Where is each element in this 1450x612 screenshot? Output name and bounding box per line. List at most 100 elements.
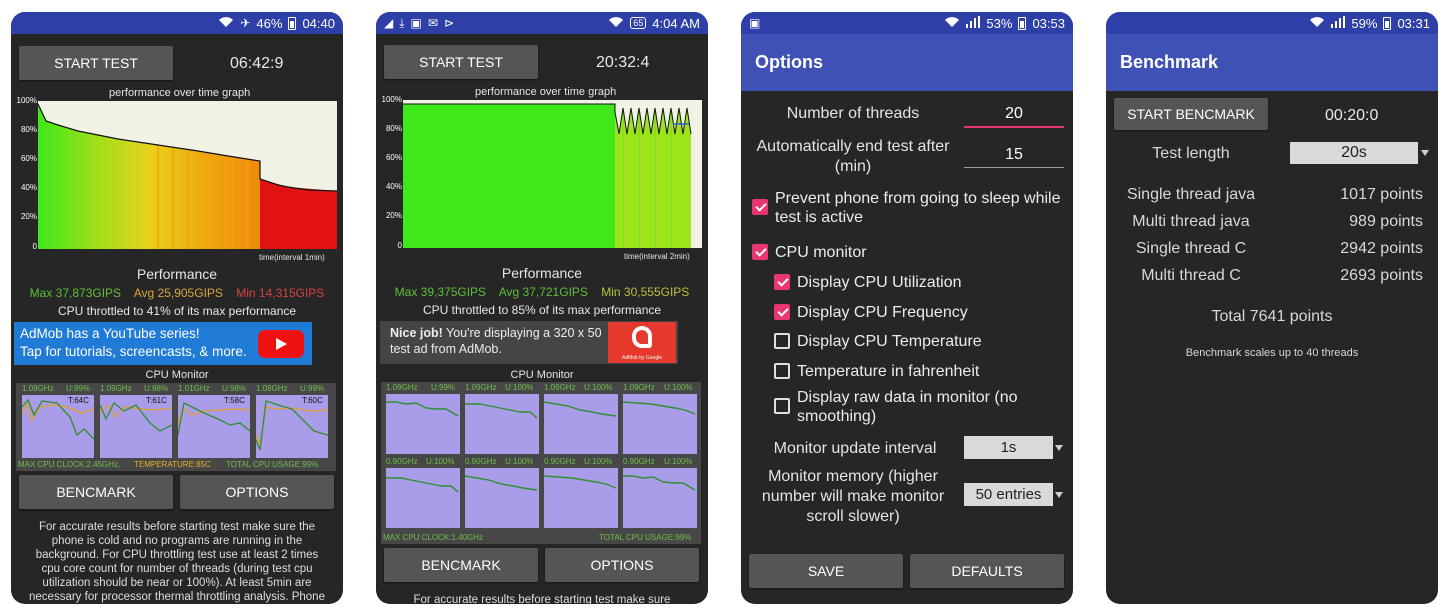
wifi-icon — [944, 16, 960, 30]
admob-logo: AdMob by Google — [608, 322, 676, 363]
benchmark-timer: 00:20:0 — [1325, 107, 1379, 124]
battery-percent: 59% — [1351, 15, 1378, 31]
y-tick: 40% — [385, 182, 402, 191]
performance-stats: Max 37,873GIPS Avg 25,905GIPS Min 14,315… — [11, 286, 343, 300]
phone-screen-throttling-1: ✈ 46% 04:40 START TEST 06:42:9 performan… — [11, 12, 343, 604]
y-tick: 100% — [381, 95, 402, 104]
clock: 4:04 AM — [652, 15, 700, 31]
autoend-input[interactable]: 15 — [964, 146, 1064, 168]
monitor-interval-select[interactable]: 1s — [964, 436, 1053, 459]
throttle-text: CPU throttled to 85% of its max performa… — [422, 303, 662, 317]
dropdown-arrow-icon — [1421, 150, 1429, 156]
test-length-select[interactable]: 20s — [1290, 142, 1418, 164]
cpu-monitor: 1.09GHz U:99% 1.09GHz U:100% 1.09GHz U:1… — [381, 382, 701, 544]
cpu-utilization-checkbox[interactable] — [774, 274, 790, 290]
core-freq: 1.09GHz — [465, 383, 497, 392]
autoend-label: Automatically end test after (min) — [756, 138, 950, 175]
y-tick: 60% — [385, 153, 402, 162]
cpu-temperature-checkbox[interactable] — [774, 333, 790, 349]
benchmark-button[interactable]: BENCMARK — [384, 548, 538, 582]
monitor-memory-select[interactable]: 50 entries — [964, 483, 1053, 506]
total-points: Total 7641 points — [1211, 308, 1333, 325]
fahrenheit-checkbox[interactable] — [774, 363, 790, 379]
cpu-monitor: 1.09GHz U:99% 1.09GHz U:98% 1.01GHz U:98… — [16, 383, 336, 471]
total-cpu-usage: TOTAL CPU USAGE:99% — [226, 460, 319, 469]
defaults-button[interactable]: DEFAULTS — [910, 554, 1064, 588]
core-usage: U:100% — [505, 457, 534, 466]
help-text: For accurate results before starting tes… — [413, 594, 671, 604]
test-length-label: Test length — [1152, 145, 1230, 162]
y-tick: 40% — [20, 183, 37, 192]
result-value: 2693 points — [1340, 267, 1423, 284]
core-usage: U:100% — [505, 383, 534, 392]
core-usage: U:100% — [664, 457, 693, 466]
max-cpu-clock: MAX CPU CLOCK:1.40GHz — [383, 533, 484, 542]
performance-title: Performance — [501, 265, 583, 281]
result-value: 1017 points — [1340, 186, 1423, 203]
ad-banner[interactable]: AdMob has a YouTube series! Tap for tuto… — [14, 322, 312, 365]
options-button[interactable]: OPTIONS — [180, 475, 334, 509]
graph-x-label: time(interval 2min) — [624, 252, 690, 261]
y-tick: 20% — [385, 211, 402, 220]
status-bar: ✈ 46% 04:40 — [11, 12, 343, 34]
prevent-sleep-checkbox[interactable] — [752, 199, 768, 215]
ad-banner[interactable]: Nice job! You're displaying a 320 x 50 t… — [380, 321, 678, 364]
battery-percent: 53% — [986, 15, 1013, 31]
cpu-frequency-checkbox[interactable] — [774, 304, 790, 320]
core-usage: U:99% — [300, 384, 325, 393]
phone-screen-throttling-2: ◢ ⤓ ▣ ✉ ⊳ 65 4:04 AM START TEST 20:32:4 … — [376, 12, 708, 604]
cpu-temperature-label: Display CPU Temperature — [797, 333, 982, 350]
cpu-core-graph — [386, 394, 460, 454]
core-freq: 1.09GHz — [100, 384, 132, 393]
cpu-core-graph — [386, 468, 460, 528]
core-freq: 1.09GHz — [256, 384, 288, 393]
result-label: Single thread C — [1135, 240, 1247, 257]
cpu-core-graph — [465, 394, 539, 454]
battery-icon — [288, 16, 297, 30]
graph-title: performance over time graph — [475, 86, 617, 98]
status-bar: ◢ ⤓ ▣ ✉ ⊳ 65 4:04 AM — [376, 12, 708, 34]
phone-screen-benchmark: 59% 03:31 Benchmark START BENCMARK 00:20… — [1106, 12, 1438, 604]
graph-x-label: time(interval 1min) — [259, 253, 325, 262]
clock: 03:53 — [1032, 15, 1065, 31]
cpu-utilization-label: Display CPU Utilization — [797, 274, 962, 291]
battery-icon — [1018, 16, 1027, 30]
core-freq: 1.09GHz — [623, 383, 655, 392]
cpu-core-graph — [464, 468, 539, 528]
core-usage: U:98% — [144, 384, 169, 393]
phone-screen-options: ▣ 53% 03:53 Options Number of threads 20… — [741, 12, 1073, 604]
options-button[interactable]: OPTIONS — [545, 548, 699, 582]
core-freq: 1.09GHz — [386, 383, 418, 392]
total-cpu-usage: TOTAL CPU USAGE:99% — [599, 533, 692, 542]
wifi-icon — [218, 16, 234, 30]
y-tick: 0 — [32, 242, 37, 251]
benchmark-note: Benchmark scales up to 40 threads — [1185, 347, 1359, 359]
admob-icon — [632, 326, 652, 348]
core-usage: U:99% — [66, 384, 91, 393]
youtube-logo-icon — [258, 330, 304, 358]
signal-icon — [1331, 16, 1346, 30]
battery-percent: 46% — [256, 15, 283, 31]
performance-graph — [38, 101, 337, 249]
status-bar: 59% 03:31 — [1106, 12, 1438, 34]
start-benchmark-button[interactable]: START BENCMARK — [1114, 98, 1268, 130]
min-perf: Min 14,315GIPS — [236, 286, 325, 300]
core-usage: U:100% — [584, 457, 613, 466]
cpu-monitor-checkbox[interactable] — [752, 244, 768, 260]
save-button[interactable]: SAVE — [749, 554, 903, 588]
mail-icon: ✉ — [427, 16, 438, 30]
notification-icon: ⊳ — [443, 16, 455, 30]
threads-input[interactable]: 20 — [964, 105, 1064, 128]
avg-perf: Avg 25,905GIPS — [133, 286, 223, 300]
benchmark-button[interactable]: BENCMARK — [19, 475, 173, 509]
image-icon: ▣ — [749, 16, 761, 30]
raw-data-checkbox[interactable] — [774, 398, 790, 414]
start-test-button[interactable]: START TEST — [19, 46, 173, 80]
monitor-interval-label: Monitor update interval — [773, 440, 937, 457]
battery-level: 65 — [630, 17, 647, 29]
core-freq: 1.09GHz — [22, 384, 54, 393]
performance-stats: Max 39,375GIPS Avg 37,721GIPS Min 30,555… — [376, 285, 708, 299]
status-bar: ▣ 53% 03:53 — [741, 12, 1073, 34]
start-test-button[interactable]: START TEST — [384, 45, 538, 79]
cpu-core-graph — [623, 468, 697, 528]
